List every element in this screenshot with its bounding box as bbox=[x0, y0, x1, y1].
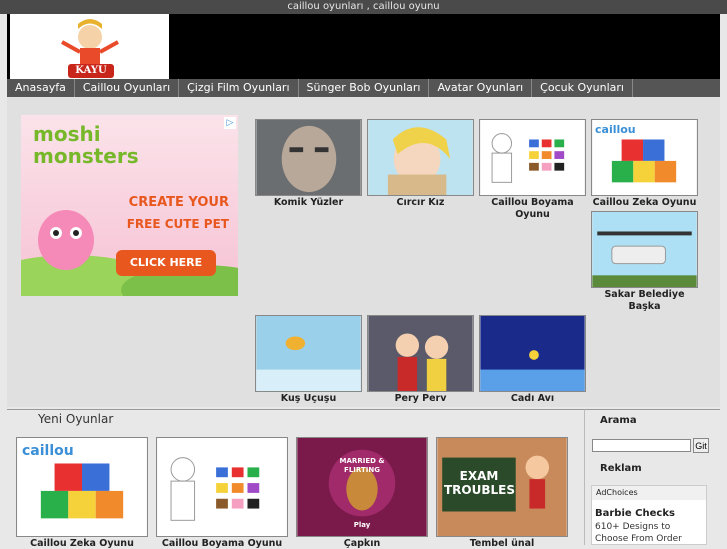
logo-text: KAYU bbox=[75, 65, 107, 76]
game-title: Cadı Avı bbox=[510, 393, 555, 404]
nav-avatar-oyunlari[interactable]: Avatar Oyunları bbox=[429, 79, 533, 97]
game-card[interactable]: Pery Perv bbox=[367, 315, 474, 405]
nav-anasayfa[interactable]: Anasayfa bbox=[7, 79, 75, 97]
new-game-card[interactable]: EXAM TROUBLES Tembel ünal bbox=[436, 437, 568, 549]
ad-title-link[interactable]: Barbie Checks bbox=[595, 508, 675, 519]
game-card[interactable]: Kuş Uçuşu bbox=[255, 315, 362, 405]
site-logo[interactable]: KAYU bbox=[10, 14, 169, 80]
adchoices-label[interactable]: AdChoices bbox=[596, 488, 638, 497]
site-tagline: caillou oyunları , caillou oyunu bbox=[0, 0, 727, 14]
new-games-title: Yeni Oyunlar bbox=[38, 412, 114, 426]
nav-cizgi-film-oyunlari[interactable]: Çizgi Film Oyunları bbox=[179, 79, 299, 97]
search-input[interactable] bbox=[592, 439, 691, 452]
ad-line-2: FREE CUTE PET bbox=[126, 217, 229, 231]
game-card[interactable]: Cırcır Kız bbox=[367, 119, 474, 209]
game-thumbnail bbox=[367, 119, 474, 196]
game-title: Caillou Zeka Oyunu bbox=[30, 538, 134, 549]
new-game-card[interactable]: MARRIED & FLIRTING Play Çapkın bbox=[296, 437, 428, 549]
game-title: Caillou Zeka Oyunu bbox=[592, 197, 697, 208]
search-button[interactable]: Git bbox=[693, 438, 709, 453]
ad-cta: CLICK HERE bbox=[129, 256, 203, 269]
sidebar-ad[interactable]: AdChoices Barbie Checks 610+ Designs to … bbox=[591, 485, 707, 545]
game-thumbnail bbox=[255, 315, 362, 392]
game-title: Sakar Belediye Başka bbox=[604, 289, 685, 312]
game-title: Caillou Boyama Oyunu bbox=[161, 538, 283, 549]
ad-line-1: CREATE YOUR bbox=[128, 195, 229, 210]
game-title: Çapkın bbox=[343, 538, 381, 549]
search-title: Arama bbox=[600, 415, 637, 426]
thumb-exam-text: EXAM TROUBLES bbox=[444, 469, 516, 497]
thumb-play-text: Play bbox=[353, 521, 371, 529]
game-thumbnail bbox=[367, 315, 474, 392]
game-thumbnail bbox=[479, 119, 586, 196]
game-title: Caillou Boyama Oyunu bbox=[491, 197, 574, 220]
ad-text-line-2: Choose From Order bbox=[595, 534, 682, 544]
game-card[interactable]: Komik Yüzler bbox=[255, 119, 362, 209]
game-card[interactable]: Caillou Boyama Oyunu bbox=[479, 119, 586, 221]
game-title: Komik Yüzler bbox=[273, 197, 344, 208]
game-thumbnail bbox=[255, 119, 362, 196]
nav-caillou-oyunlari[interactable]: Caillou Oyunları bbox=[75, 79, 180, 97]
nav-sunger-bob-oyunlari[interactable]: Sünger Bob Oyunları bbox=[299, 79, 430, 97]
game-card[interactable]: Sakar Belediye Başka bbox=[591, 211, 698, 313]
game-thumbnail bbox=[479, 315, 586, 392]
adchoices-icon[interactable]: ▷ bbox=[224, 117, 236, 129]
thumb-caillou-text: caillou bbox=[595, 123, 636, 136]
thumb-married-text: MARRIED & FLIRTING bbox=[339, 457, 385, 474]
game-card[interactable]: Cadı Avı bbox=[479, 315, 586, 405]
main-nav: Anasayfa Caillou Oyunları Çizgi Film Oyu… bbox=[7, 79, 720, 97]
game-thumbnail bbox=[156, 437, 288, 537]
new-game-card[interactable]: Caillou Boyama Oyunu bbox=[156, 437, 288, 549]
nav-cocuk-oyunlari[interactable]: Çocuk Oyunları bbox=[532, 79, 633, 97]
ad-text-line-1: 610+ Designs to bbox=[595, 522, 671, 532]
game-title: Kuş Uçuşu bbox=[280, 393, 337, 404]
game-title: Cırcır Kız bbox=[396, 197, 445, 208]
ads-title: Reklam bbox=[600, 463, 642, 474]
game-title: Pery Perv bbox=[394, 393, 447, 404]
game-card[interactable]: caillou Caillou Zeka Oyunu bbox=[591, 119, 698, 209]
game-title: Tembel ünal bbox=[469, 538, 535, 549]
thumb-caillou-text: caillou bbox=[22, 443, 74, 459]
moshi-monsters-ad[interactable]: moshi monsters CREATE YOUR FREE CUTE PET… bbox=[21, 115, 238, 296]
new-game-card[interactable]: caillou Caillou Zeka Oyunu bbox=[16, 437, 148, 549]
game-thumbnail bbox=[591, 211, 698, 288]
ad-brand: moshi monsters bbox=[33, 122, 139, 168]
